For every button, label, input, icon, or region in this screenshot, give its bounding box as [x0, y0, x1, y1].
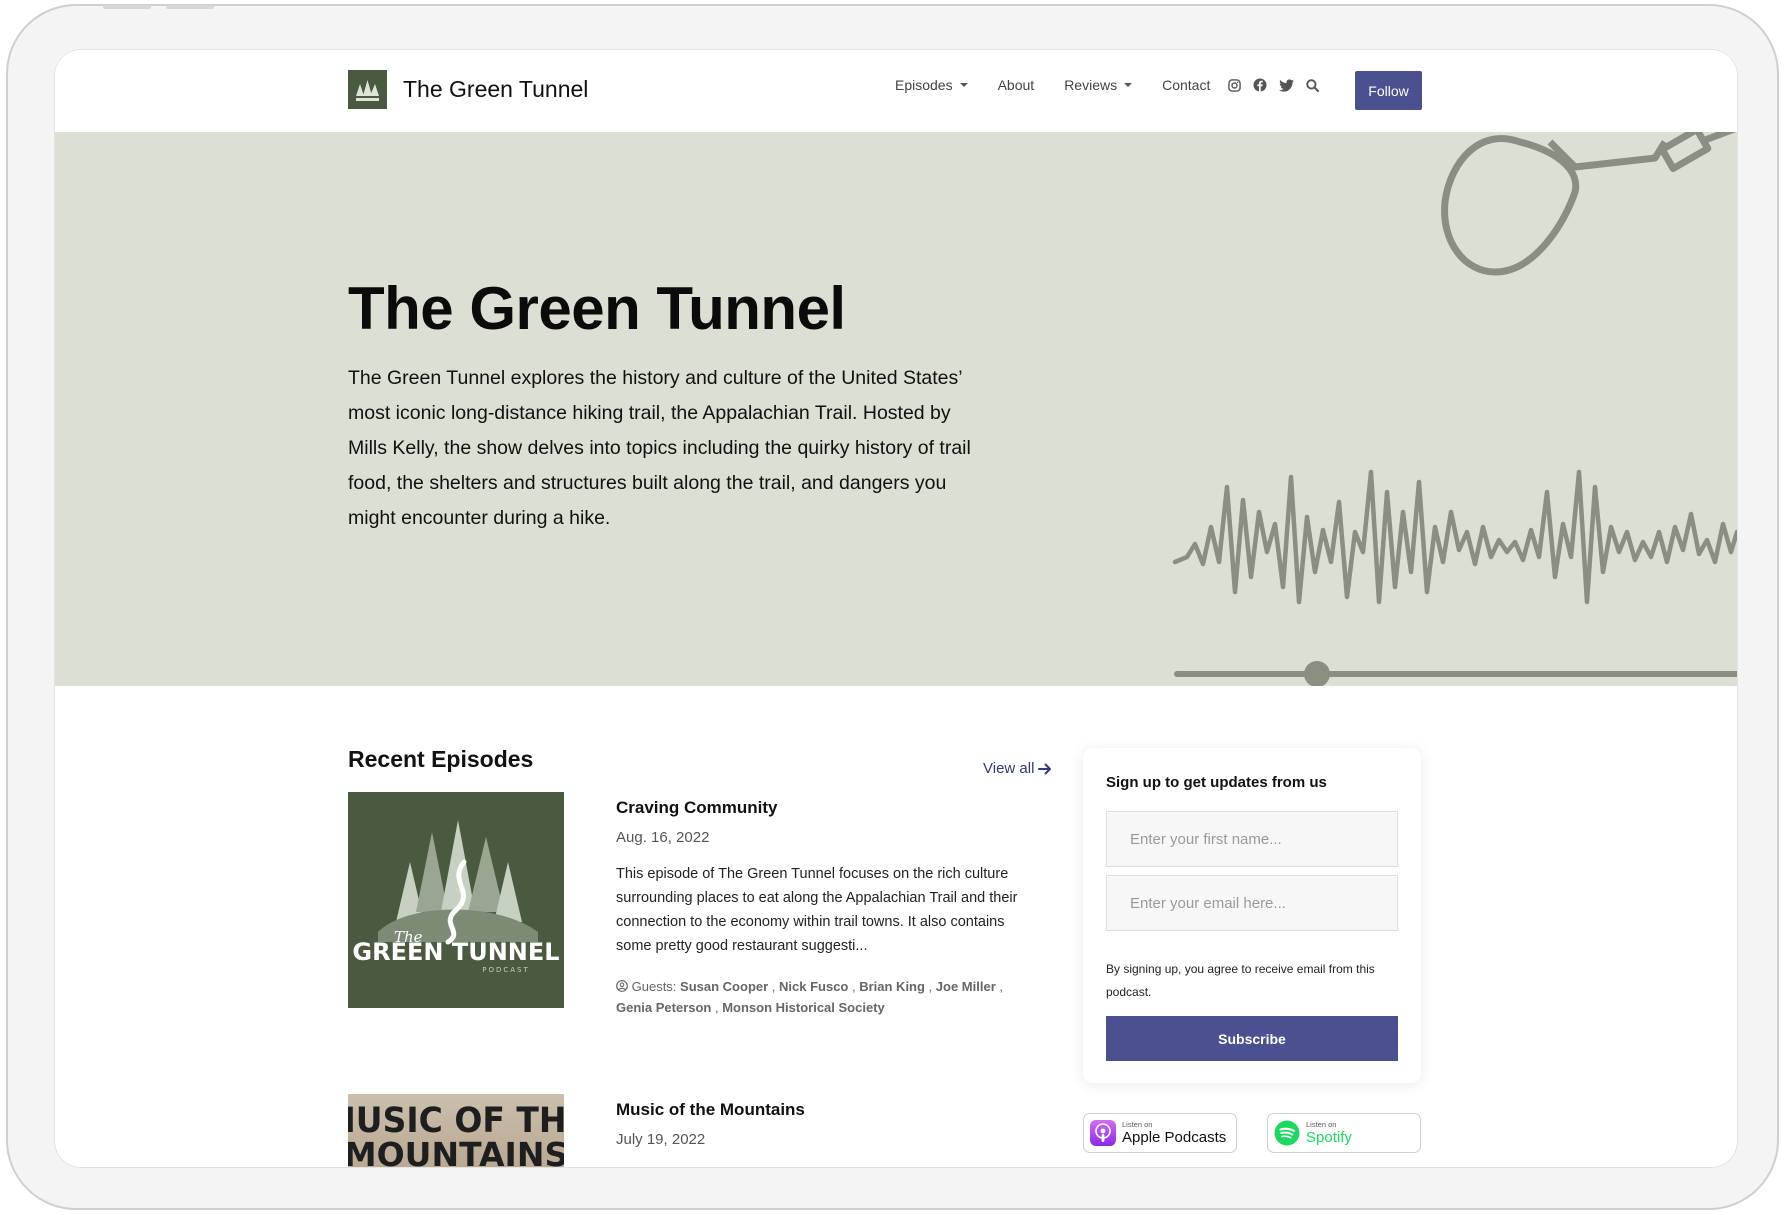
artwork-text: MOUNTAINS — [348, 1135, 564, 1167]
guest-link[interactable]: Nick Fusco — [779, 979, 848, 994]
view-all-label: View all — [983, 760, 1035, 777]
podcast-logo-icon — [348, 70, 387, 109]
subscribe-button[interactable]: Subscribe — [1106, 1016, 1398, 1061]
episode-artwork[interactable]: The GREEN TUNNEL PODCAST — [348, 792, 564, 1008]
arrow-right-icon — [1038, 763, 1052, 774]
nav-contact[interactable]: Contact — [1162, 77, 1210, 93]
nav-reviews-label: Reviews — [1064, 77, 1118, 93]
hero-title: The Green Tunnel — [348, 275, 846, 342]
nav-reviews[interactable]: Reviews — [1064, 77, 1133, 93]
badge-small-text: Listen on — [1306, 1119, 1337, 1129]
hero-description: The Green Tunnel explores the history an… — [348, 367, 971, 529]
device-button — [166, 5, 214, 9]
view-all-link[interactable]: View all — [983, 760, 1052, 777]
signup-title: Sign up to get updates from us — [1106, 774, 1327, 791]
artwork-text: MUSIC OF THE — [348, 1100, 564, 1140]
episode-body: Craving Community Aug. 16, 2022 This epi… — [616, 792, 1026, 1018]
facebook-icon[interactable] — [1253, 78, 1267, 92]
email-input[interactable] — [1106, 875, 1398, 931]
follow-button[interactable]: Follow — [1355, 71, 1422, 110]
social-links — [1228, 78, 1331, 92]
guest-link[interactable]: Genia Peterson — [616, 1000, 711, 1015]
artwork-text: PODCAST — [482, 966, 530, 974]
episode-date: July 19, 2022 — [616, 1131, 706, 1148]
nav-about-label: About — [997, 77, 1035, 93]
spotify-icon — [1274, 1120, 1300, 1146]
spotify-badge[interactable]: Listen on Spotify — [1267, 1113, 1421, 1153]
episode-title[interactable]: Craving Community — [616, 798, 1026, 818]
search-icon[interactable] — [1306, 78, 1320, 92]
brand-name: The Green Tunnel — [403, 76, 589, 102]
hero-banner: The Green Tunnel The Green Tunnel explor… — [55, 132, 1737, 686]
navbar: The Green Tunnel Episodes About Reviews … — [55, 50, 1737, 132]
nav-episodes-label: Episodes — [895, 77, 953, 93]
episode-description: This episode of The Green Tunnel focuses… — [616, 866, 1018, 954]
nav-about[interactable]: About — [998, 77, 1035, 93]
episode-title[interactable]: Music of the Mountains — [616, 1100, 1026, 1120]
chevron-down-icon — [1124, 83, 1133, 87]
guest-link[interactable]: Susan Cooper — [680, 979, 768, 994]
nav-links: Episodes About Reviews Contact — [895, 77, 1331, 93]
chevron-down-icon — [959, 83, 968, 87]
artwork-text: GREEN TUNNEL — [352, 938, 559, 966]
episode-body: Music of the Mountains July 19, 2022 — [616, 1094, 1026, 1148]
guests-label: Guests: — [631, 979, 677, 994]
guest-link[interactable]: Monson Historical Society — [722, 1000, 885, 1015]
instagram-icon[interactable] — [1228, 78, 1242, 92]
guest-link[interactable]: Joe Miller — [936, 979, 996, 994]
device-button — [103, 5, 151, 9]
episode-guests: Guests: Susan Cooper , Nick Fusco , Bria… — [616, 979, 1003, 1015]
browser-screen: The Green Tunnel Episodes About Reviews … — [55, 50, 1737, 1167]
signup-card: Sign up to get updates from us By signin… — [1083, 748, 1421, 1083]
apple-podcasts-icon — [1090, 1120, 1116, 1146]
nav-contact-label: Contact — [1162, 77, 1211, 93]
first-name-input[interactable] — [1106, 811, 1398, 867]
badge-small-text: Listen on — [1122, 1119, 1153, 1129]
nav-episodes[interactable]: Episodes — [895, 77, 968, 93]
twitter-icon[interactable] — [1279, 78, 1295, 92]
user-circle-icon — [616, 980, 628, 992]
recent-episodes-title: Recent Episodes — [348, 746, 534, 772]
episode-date: Aug. 16, 2022 — [616, 829, 710, 846]
signup-note: By signing up, you agree to receive emai… — [1106, 962, 1375, 999]
episode-artwork[interactable]: MUSIC OF THE MOUNTAINS — [348, 1094, 564, 1167]
brand[interactable]: The Green Tunnel — [348, 70, 588, 109]
guest-link[interactable]: Brian King — [859, 979, 925, 994]
badge-big-text: Apple Podcasts — [1122, 1129, 1227, 1147]
apple-podcasts-badge[interactable]: Listen on Apple Podcasts — [1083, 1113, 1237, 1153]
badge-big-text: Spotify — [1306, 1129, 1352, 1147]
